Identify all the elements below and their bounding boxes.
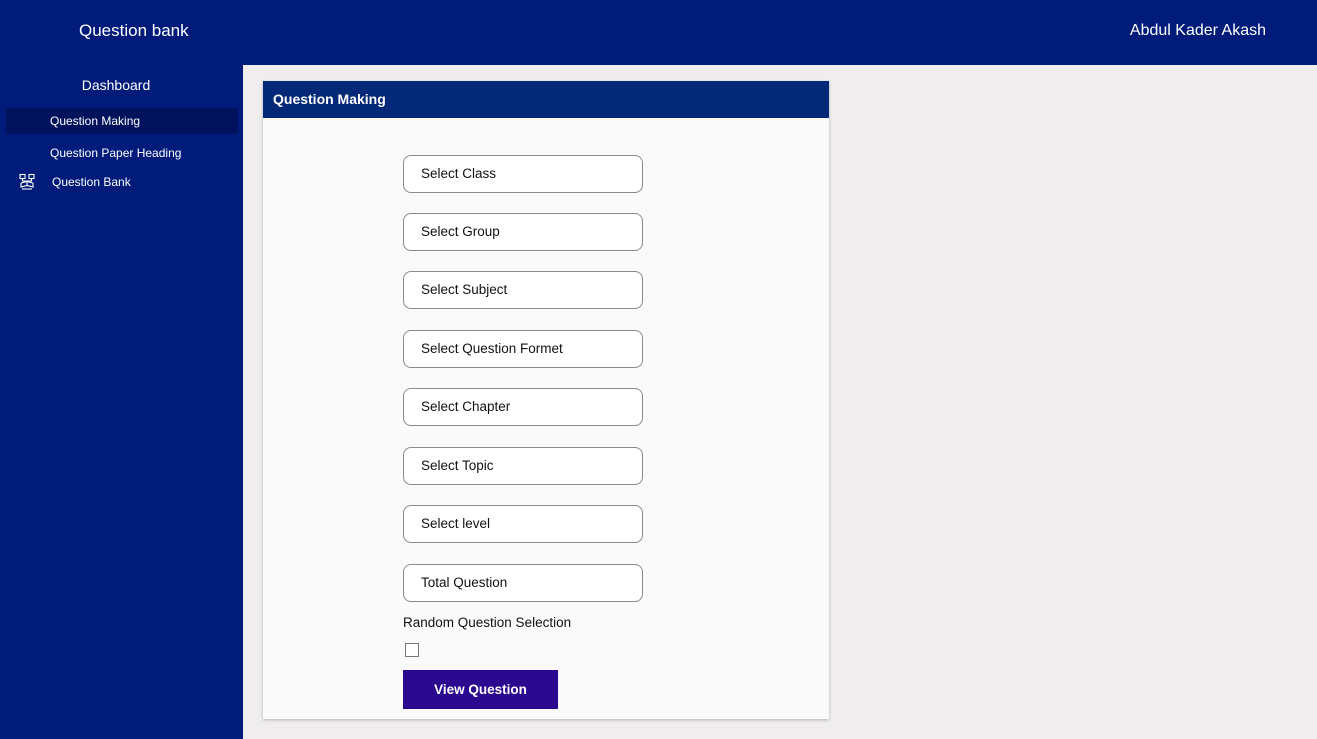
select-topic-dropdown[interactable]: Select Topic bbox=[403, 447, 643, 485]
question-making-card: Question Making Select Class Select Grou… bbox=[263, 81, 829, 719]
card-title: Question Making bbox=[273, 91, 386, 107]
select-topic-label: Select Topic bbox=[421, 458, 494, 473]
top-bar: Question bank Abdul Kader Akash bbox=[0, 0, 1317, 65]
select-class-dropdown[interactable]: Select Class bbox=[403, 155, 643, 193]
select-level-dropdown[interactable]: Select level bbox=[403, 505, 643, 543]
app-title: Question bank bbox=[79, 21, 189, 40]
view-question-button[interactable]: View Question bbox=[403, 670, 558, 709]
select-group-label: Select Group bbox=[421, 224, 500, 239]
sidebar: Dashboard Question Making Question Paper… bbox=[0, 65, 243, 739]
select-question-format-label: Select Question Formet bbox=[421, 341, 563, 356]
select-group-dropdown[interactable]: Select Group bbox=[403, 213, 643, 251]
sidebar-item-question-making[interactable]: Question Making bbox=[6, 108, 238, 134]
select-subject-dropdown[interactable]: Select Subject bbox=[403, 271, 643, 309]
sidebar-item-label: Question Making bbox=[50, 114, 141, 128]
select-class-label: Select Class bbox=[421, 166, 497, 181]
total-question-field[interactable]: Total Question bbox=[403, 564, 643, 602]
select-subject-label: Select Subject bbox=[421, 282, 508, 297]
random-question-selection-checkbox[interactable] bbox=[405, 643, 419, 657]
select-chapter-dropdown[interactable]: Select Chapter bbox=[403, 388, 643, 426]
sidebar-item-question-paper-heading[interactable]: Question Paper Heading bbox=[6, 140, 238, 166]
card-header: Question Making bbox=[263, 81, 829, 118]
random-question-selection-label: Random Question Selection bbox=[403, 615, 572, 630]
total-question-label: Total Question bbox=[421, 575, 508, 590]
sidebar-dashboard-link[interactable]: Dashboard bbox=[0, 76, 232, 94]
sidebar-item-question-bank[interactable]: Question Bank bbox=[6, 169, 238, 195]
question-bank-icon bbox=[18, 173, 36, 191]
sidebar-item-label: Question Bank bbox=[52, 175, 131, 189]
select-chapter-label: Select Chapter bbox=[421, 399, 511, 414]
sidebar-item-label: Question Paper Heading bbox=[50, 146, 182, 160]
select-question-format-dropdown[interactable]: Select Question Formet bbox=[403, 330, 643, 368]
user-name[interactable]: Abdul Kader Akash bbox=[1130, 20, 1266, 42]
select-level-label: Select level bbox=[421, 516, 491, 531]
